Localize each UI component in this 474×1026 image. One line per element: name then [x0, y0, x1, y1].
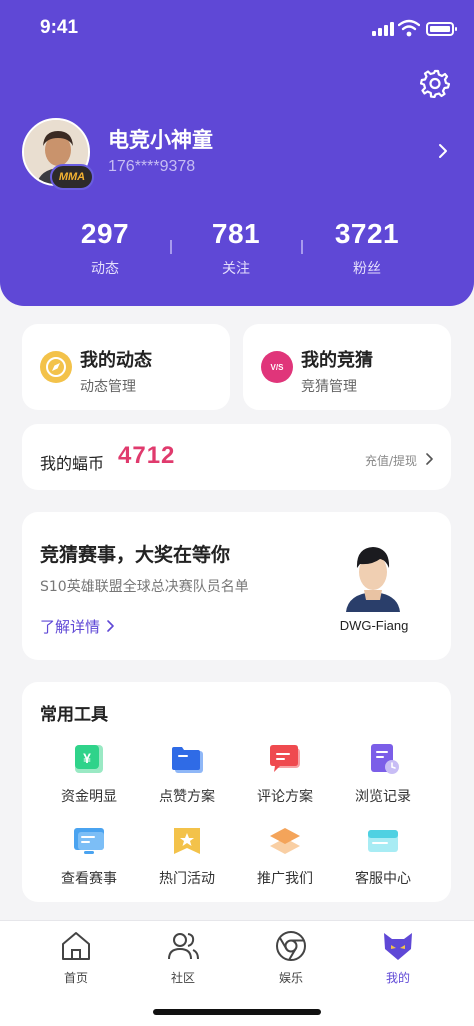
- vs-icon-text: V/S: [270, 362, 284, 372]
- wifi-icon: [398, 19, 420, 37]
- player-photo: [346, 547, 400, 612]
- stat-following[interactable]: 781 关注: [171, 218, 301, 278]
- tool-history[interactable]: 浏览记录: [331, 742, 435, 806]
- tool-likes[interactable]: 点赞方案: [135, 742, 239, 806]
- battery-icon: [426, 22, 457, 36]
- tool-matches[interactable]: 查看赛事: [37, 824, 141, 888]
- promo-title: 竞猜赛事，大奖在等你: [40, 544, 231, 566]
- stat-label: 粉丝: [353, 261, 381, 277]
- tab-label: 我的: [385, 971, 410, 985]
- learn-more-link[interactable]: 了解详情: [40, 616, 100, 637]
- signal-icon: [372, 22, 394, 36]
- chevron-right-icon[interactable]: [106, 619, 115, 633]
- tool-label: 客服中心: [355, 871, 411, 887]
- coins-label: 我的蝠币: [40, 454, 105, 473]
- promo-subtitle: S10英雄联盟全球总决赛队员名单: [40, 579, 249, 595]
- status-time: 9:41: [40, 17, 79, 38]
- community-icon: [168, 933, 199, 960]
- promo-card[interactable]: 竞猜赛事，大奖在等你 S10英雄联盟全球总决赛队员名单 了解详情 DWG-Fia…: [22, 512, 451, 660]
- tools-card: 常用工具 ¥ 资金明显 点赞方案 评论方案 浏览记录 查看赛事 热门活动 推广我…: [22, 682, 451, 902]
- quick-link-subtitle: 动态管理: [80, 379, 136, 395]
- chevron-right-icon[interactable]: [436, 142, 450, 160]
- player-name: DWG-Fiang: [339, 618, 409, 633]
- layers-icon: [268, 824, 302, 858]
- tab-label: 娱乐: [278, 971, 303, 985]
- gear-icon[interactable]: [420, 68, 450, 98]
- home-icon: [62, 932, 90, 960]
- stat-value: 781: [211, 218, 261, 249]
- tool-support[interactable]: 客服中心: [331, 824, 435, 888]
- coins-card: 我的蝠币 4712 充值/提现: [22, 424, 451, 490]
- tab-community[interactable]: 社区: [138, 929, 228, 986]
- yen-wallet-icon: ¥: [72, 742, 106, 776]
- my-guesses-card[interactable]: V/S 我的竞猜 竞猜管理: [243, 324, 451, 410]
- history-doc-icon: [366, 742, 400, 776]
- tool-label: 点赞方案: [159, 789, 215, 805]
- stat-fans[interactable]: 3721 粉丝: [302, 218, 432, 278]
- phone-number: 176****9378: [108, 158, 196, 175]
- tool-label: 资金明显: [61, 789, 117, 805]
- fox-icon: [384, 933, 412, 960]
- stat-value: 3721: [334, 218, 400, 249]
- home-indicator: [153, 1009, 321, 1015]
- tools-title: 常用工具: [40, 705, 108, 725]
- tab-mine[interactable]: 我的: [353, 929, 443, 986]
- comment-icon: [268, 742, 302, 776]
- stat-posts[interactable]: 297 动态: [40, 218, 170, 278]
- my-posts-card[interactable]: 我的动态 动态管理: [22, 324, 230, 410]
- tool-label: 推广我们: [257, 871, 313, 887]
- tab-home[interactable]: 首页: [31, 929, 121, 986]
- tab-bar: 首页 社区 娱乐 我的: [0, 920, 474, 1026]
- stat-label: 关注: [222, 261, 250, 277]
- stat-label: 动态: [91, 261, 119, 277]
- username: 电竞小神童: [108, 128, 213, 152]
- quick-link-subtitle: 竞猜管理: [301, 379, 357, 395]
- chevron-right-icon[interactable]: [425, 453, 433, 465]
- tool-label: 评论方案: [257, 789, 313, 805]
- tool-promote[interactable]: 推广我们: [233, 824, 337, 888]
- yen-glyph: ¥: [83, 750, 91, 766]
- tool-events[interactable]: 热门活动: [135, 824, 239, 888]
- tool-funds[interactable]: ¥ 资金明显: [37, 742, 141, 806]
- status-bar: 9:41: [0, 0, 474, 56]
- vs-icon: V/S: [261, 351, 293, 383]
- stat-value: 297: [80, 218, 130, 249]
- recharge-withdraw-link[interactable]: 充值/提现: [365, 452, 417, 469]
- tool-label: 浏览记录: [355, 789, 411, 805]
- coins-value: 4712: [118, 442, 176, 469]
- folder-icon: [170, 742, 204, 776]
- star-badge-icon: [170, 824, 204, 858]
- quick-link-title: 我的动态: [80, 350, 152, 371]
- tool-label: 热门活动: [159, 871, 215, 887]
- monitor-icon: [72, 824, 106, 858]
- quick-link-title: 我的竞猜: [301, 350, 373, 371]
- tool-comments[interactable]: 评论方案: [233, 742, 337, 806]
- chrome-icon: [276, 931, 306, 961]
- tab-label: 首页: [63, 971, 88, 985]
- service-screen-icon: [366, 824, 400, 858]
- tab-entertainment[interactable]: 娱乐: [246, 929, 336, 986]
- profile-header: 9:41 MMA 电竞小神童 176****9378 297 动态 781 关注…: [0, 0, 474, 306]
- mma-badge: MMA: [50, 164, 94, 190]
- tool-label: 查看赛事: [61, 871, 117, 887]
- tab-label: 社区: [170, 971, 195, 985]
- compass-icon: [40, 351, 72, 383]
